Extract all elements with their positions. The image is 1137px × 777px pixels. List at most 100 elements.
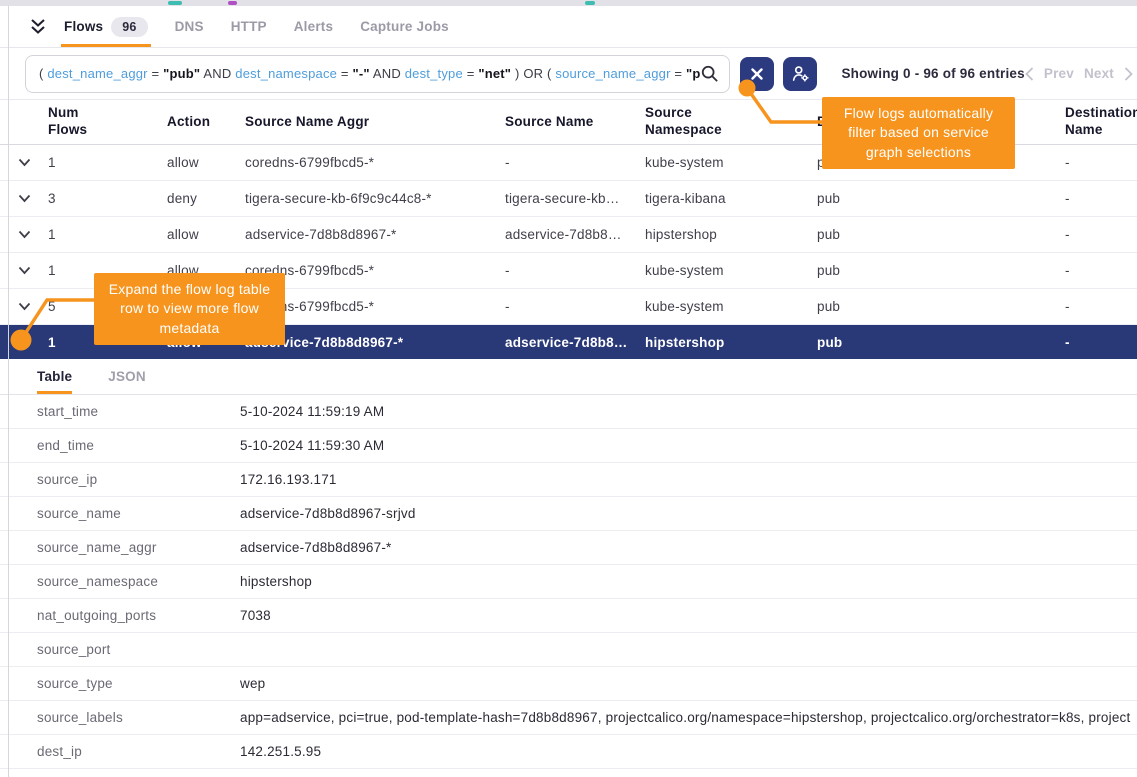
page-next-icon[interactable] xyxy=(1124,67,1133,81)
column-header: Action xyxy=(167,114,245,131)
detail-field-value: app=adservice, pci=true, pod-template-ha… xyxy=(240,710,1137,725)
detail-field-key: source_name xyxy=(37,506,240,521)
pagination: Prev Next xyxy=(1025,66,1133,81)
cell-source-name: adservice-7d8b8… xyxy=(505,335,645,350)
prev-page-button[interactable]: Prev xyxy=(1044,66,1074,81)
cell-action: allow xyxy=(167,227,245,242)
cell-source-name-aggr: adservice-7d8b8d8967-* xyxy=(245,227,505,242)
detail-field-key: source_ip xyxy=(37,472,240,487)
detail-field-row: source_name adservice-7d8b8d8967-srjvd xyxy=(0,497,1137,531)
detail-field-key: source_labels xyxy=(37,710,240,725)
cell-destination-name: - xyxy=(1065,155,1137,170)
detail-field-row: source_name_aggr adservice-7d8b8d8967-* xyxy=(0,531,1137,565)
cell-action: allow xyxy=(167,155,245,170)
query-segment: ( xyxy=(39,66,44,81)
query-segment: = xyxy=(152,66,164,81)
cell-dest-name-aggr: pub xyxy=(817,335,1065,350)
cell-source-name: - xyxy=(505,155,645,170)
detail-field-row: nat_outgoing_ports 7038 xyxy=(0,599,1137,633)
expand-row-button[interactable] xyxy=(18,158,48,167)
column-header: Source Name xyxy=(505,114,645,131)
callout-filter-note: Flow logs automatically filter based on … xyxy=(822,97,1015,169)
detail-field-value: 5-10-2024 11:59:30 AM xyxy=(240,438,1137,453)
callout-expand-note: Expand the flow log table row to view mo… xyxy=(94,273,285,345)
entries-count: Showing 0 - 96 of 96 entries xyxy=(841,66,1024,81)
cell-source-name: tigera-secure-kb… xyxy=(505,191,645,206)
cell-dest-name-aggr: pub xyxy=(817,263,1065,278)
tab-label: Alerts xyxy=(294,19,333,34)
detail-field-key: source_type xyxy=(37,676,240,691)
query-segment: ) OR ( xyxy=(515,66,552,81)
cell-dest-name-aggr: pub xyxy=(817,191,1065,206)
background-page-sliver xyxy=(0,0,1137,6)
cell-source-name-aggr: coredns-6799fbcd5-* xyxy=(245,155,505,170)
page-prev-icon[interactable] xyxy=(1025,67,1034,81)
filter-query-text: ( dest_name_aggr = "pub" AND dest_namesp… xyxy=(39,66,700,81)
expand-row-button[interactable] xyxy=(18,302,48,311)
expand-row-button[interactable] xyxy=(18,266,48,275)
top-tab[interactable]: Alerts xyxy=(294,6,333,47)
detail-field-key: dest_ip xyxy=(37,744,240,759)
query-segment: "pub" xyxy=(686,66,700,81)
detail-field-value: wep xyxy=(240,676,1137,691)
cell-source-namespace: kube-system xyxy=(645,155,817,170)
detail-field-key: source_namespace xyxy=(37,574,240,589)
flow-row[interactable]: 3 deny tigera-secure-kb-6f9c9c44c8-* tig… xyxy=(0,181,1137,217)
top-tab[interactable]: HTTP xyxy=(231,6,267,47)
detail-tabs: Table JSON xyxy=(0,359,1137,395)
detail-field-value: 142.251.5.95 xyxy=(240,744,1137,759)
detail-field-row: dest_ip 142.251.5.95 xyxy=(0,735,1137,769)
expand-row-button[interactable] xyxy=(18,230,48,239)
detail-field-key: end_time xyxy=(37,438,240,453)
log-type-tabs: Flows 96 DNS HTTP Alerts Capture Jobs xyxy=(0,6,1137,48)
query-segment: dest_name_aggr xyxy=(47,66,147,81)
cell-num-flows: 1 xyxy=(48,155,167,170)
detail-field-value: 7038 xyxy=(240,608,1137,623)
next-page-button[interactable]: Next xyxy=(1084,66,1114,81)
cell-dest-name-aggr: pub xyxy=(817,299,1065,314)
detail-field-value: adservice-7d8b8d8967-* xyxy=(240,540,1137,555)
cell-source-name-aggr: tigera-secure-kb-6f9c9c44c8-* xyxy=(245,191,505,206)
query-segment: "pub" xyxy=(163,66,200,81)
clear-filter-button[interactable] xyxy=(740,57,774,91)
query-segment: "net" xyxy=(478,66,511,81)
query-segment: AND xyxy=(373,66,405,81)
flow-row[interactable]: 1 allow adservice-7d8b8d8967-* adservice… xyxy=(0,217,1137,253)
detail-field-key: start_time xyxy=(37,404,240,419)
cell-source-namespace: kube-system xyxy=(645,263,817,278)
cell-source-namespace: kube-system xyxy=(645,299,817,314)
column-header: Destination Name xyxy=(1065,105,1137,139)
chevron-down-icon xyxy=(18,338,31,347)
query-segment: dest_namespace xyxy=(235,66,337,81)
filter-query-input[interactable]: ( dest_name_aggr = "pub" AND dest_namesp… xyxy=(25,55,730,93)
tab-table[interactable]: Table xyxy=(37,359,72,394)
query-segment: = xyxy=(467,66,479,81)
tab-label: HTTP xyxy=(231,19,267,34)
search-icon xyxy=(700,64,719,83)
cell-destination-name: - xyxy=(1065,263,1137,278)
column-settings-button[interactable] xyxy=(783,57,817,91)
detail-field-key: source_name_aggr xyxy=(37,540,240,555)
chevron-down-icon xyxy=(18,266,31,275)
expand-row-button[interactable] xyxy=(18,338,48,347)
detail-field-key: nat_outgoing_ports xyxy=(37,608,240,623)
double-chevron-down-icon xyxy=(28,18,48,35)
cell-source-name: - xyxy=(505,263,645,278)
chevron-down-icon xyxy=(18,230,31,239)
background-speck xyxy=(228,1,237,5)
tab-label: DNS xyxy=(175,19,204,34)
cell-destination-name: - xyxy=(1065,191,1137,206)
expand-row-button[interactable] xyxy=(18,194,48,203)
column-header: Num Flows xyxy=(48,105,100,139)
background-speck xyxy=(585,1,595,5)
top-tab[interactable]: Capture Jobs xyxy=(360,6,449,47)
flow-logs-panel: Flows 96 DNS HTTP Alerts Capture Jobs xyxy=(0,0,1137,777)
top-tab[interactable]: Flows 96 xyxy=(64,6,148,47)
query-segment: "-" xyxy=(353,66,370,81)
tab-json[interactable]: JSON xyxy=(108,359,146,394)
collapse-panel-button[interactable] xyxy=(28,6,48,47)
top-tab[interactable]: DNS xyxy=(175,6,204,47)
panel-left-border xyxy=(8,6,9,777)
cell-destination-name: - xyxy=(1065,227,1137,242)
detail-field-key: source_port xyxy=(37,642,240,657)
